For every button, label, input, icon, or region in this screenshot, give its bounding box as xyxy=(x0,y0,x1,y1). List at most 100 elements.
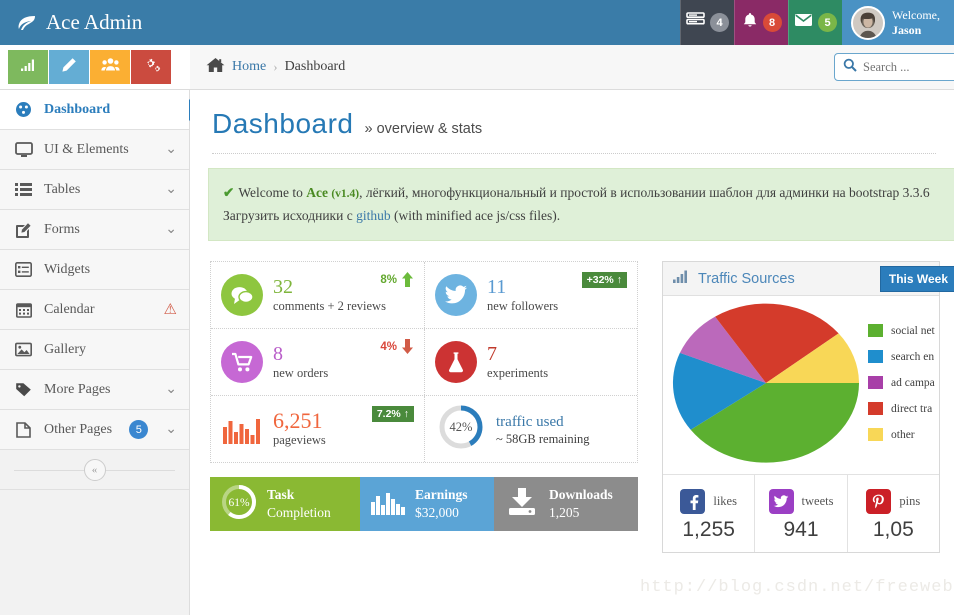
widget-text: Downloads 1,205 xyxy=(549,486,613,522)
main-content: Dashboard » overview & stats ✔ Welcome to… xyxy=(190,90,954,615)
notifications-menu-button[interactable]: 8 xyxy=(734,0,788,45)
sidebar-item-ui-elements[interactable]: UI & Elements ⌄ xyxy=(0,130,189,170)
legend-swatch xyxy=(868,428,883,441)
legend-swatch xyxy=(868,376,883,389)
twitter-icon xyxy=(768,489,794,514)
sidebar: Dashboard UI & Elements ⌄ Tables ⌄ Forms… xyxy=(0,90,190,615)
shortcut-chart-button[interactable] xyxy=(8,50,48,84)
arrow-up-icon: ↑ xyxy=(616,274,622,286)
leaf-icon xyxy=(16,12,38,34)
search-box[interactable] xyxy=(834,53,954,81)
widget-text: Earnings $32,000 xyxy=(415,486,468,522)
trend-value: 4% xyxy=(380,340,397,353)
social-stat-head: tweets xyxy=(768,489,834,514)
info-box-traffic-used[interactable]: 42% traffic used ~ 58GB remaining xyxy=(424,396,637,462)
search-icon xyxy=(843,58,857,77)
github-link[interactable]: github xyxy=(356,208,391,223)
edit-icon xyxy=(14,222,33,238)
info-box-trend: +32% ↑ xyxy=(581,272,627,288)
sidebar-item-label: Other Pages xyxy=(44,421,113,437)
info-box-orders[interactable]: 8 new orders 4% xyxy=(211,329,424,395)
avatar xyxy=(851,5,885,40)
legend-label: ad campa xyxy=(891,376,935,389)
legend-label: other xyxy=(891,428,915,441)
info-box-comments[interactable]: 32 comments + 2 reviews 8% xyxy=(211,262,424,328)
search-input[interactable] xyxy=(863,59,949,75)
user-greeting: Welcome, xyxy=(892,7,941,22)
envelope-icon xyxy=(794,13,813,32)
widget-downloads[interactable]: Downloads 1,205 xyxy=(494,477,638,531)
social-stat-pinterest[interactable]: pins 1,05 xyxy=(846,475,939,552)
info-box-description: comments + 2 reviews xyxy=(273,298,386,313)
welcome-alert: ✔ Welcome to Ace (v1.4), лёгкий, многофун… xyxy=(208,168,954,241)
social-stat-twitter[interactable]: tweets 941 xyxy=(754,475,846,552)
sidebar-item-label: Widgets xyxy=(44,261,91,277)
shortcut-users-button[interactable] xyxy=(90,50,130,84)
traffic-percent-label: 42% xyxy=(450,420,473,434)
breadcrumb-home-link[interactable]: Home xyxy=(232,59,266,75)
sidebar-item-widgets[interactable]: Widgets xyxy=(0,250,189,290)
left-column: 32 comments + 2 reviews 8% 11 new follow… xyxy=(210,261,638,553)
donut-icon: 61% xyxy=(220,483,258,526)
tasks-menu-button[interactable]: 4 xyxy=(680,0,734,45)
user-menu-button[interactable]: Welcome, Jason xyxy=(842,0,954,45)
navbar-spacer xyxy=(190,0,680,45)
top-navbar: Ace Admin 4 8 5 Welcome, Jason xyxy=(0,0,954,45)
sidebar-item-label: Tables xyxy=(44,181,81,197)
alert-line1-pre: Welcome to xyxy=(238,185,307,200)
info-box-experiments[interactable]: 7 experiments xyxy=(424,329,637,395)
arrow-down-icon xyxy=(402,339,413,354)
arrow-up-icon xyxy=(402,272,413,287)
pie-legend: social net search en ad campa direct tra… xyxy=(868,324,935,454)
chevron-down-icon: ⌄ xyxy=(165,142,177,157)
sidebar-item-more-pages[interactable]: More Pages ⌄ xyxy=(0,370,189,410)
chevron-down-icon: ⌄ xyxy=(165,382,177,397)
image-icon xyxy=(14,342,33,357)
calendar-icon xyxy=(14,302,33,318)
tasks-count-badge: 4 xyxy=(710,13,729,32)
traffic-sub: ~ 58GB remaining xyxy=(496,431,590,446)
widget-task-completion[interactable]: 61% Task Completion xyxy=(210,477,360,531)
comments-icon xyxy=(221,274,263,316)
breadcrumb-current: Dashboard xyxy=(284,59,346,74)
legend-item: search en xyxy=(868,350,935,363)
sidebar-item-forms[interactable]: Forms ⌄ xyxy=(0,210,189,250)
shortcut-settings-button[interactable] xyxy=(131,50,171,84)
messages-menu-button[interactable]: 5 xyxy=(788,0,842,45)
sidebar-item-label: More Pages xyxy=(44,381,111,397)
widget-label-1: Downloads xyxy=(549,487,613,502)
this-week-button[interactable]: This Week xyxy=(879,265,954,292)
chevron-down-icon: ⌄ xyxy=(165,182,177,197)
info-box-row: 6,251 pageviews 7.2% ↑ 42% traffic used … xyxy=(211,395,637,462)
sidebar-item-dashboard[interactable]: Dashboard xyxy=(0,90,189,130)
sidebar-item-calendar[interactable]: Calendar ⚠ xyxy=(0,290,189,330)
social-stat-label: tweets xyxy=(801,494,834,508)
task-percent-label: 61% xyxy=(228,497,250,509)
widget-earnings[interactable]: Earnings $32,000 xyxy=(360,477,494,531)
legend-item: direct tra xyxy=(868,402,935,415)
sidebar-item-label: Calendar xyxy=(44,301,95,317)
breadcrumb-bar: Home › Dashboard xyxy=(190,45,954,89)
shortcut-edit-button[interactable] xyxy=(49,50,89,84)
brand-logo[interactable]: Ace Admin xyxy=(0,0,190,45)
sidebar-item-other-pages[interactable]: Other Pages 5 ⌄ xyxy=(0,410,189,450)
shortcut-buttons xyxy=(0,45,190,89)
sidebar-item-label: Dashboard xyxy=(44,101,111,117)
sidebar-item-tables[interactable]: Tables ⌄ xyxy=(0,170,189,210)
signal-icon xyxy=(673,269,690,288)
stat-widgets: 61% Task Completion Earnings $32,000 Dow… xyxy=(210,477,638,531)
sidebar-item-gallery[interactable]: Gallery xyxy=(0,330,189,370)
sidebar-collapse-button[interactable]: « xyxy=(0,450,189,490)
collapse-icon: « xyxy=(83,458,106,481)
info-box-pageviews[interactable]: 6,251 pageviews 7.2% ↑ xyxy=(211,396,424,462)
panel-header: Traffic Sources This Week xyxy=(663,262,954,296)
pie-chart xyxy=(671,302,867,469)
info-box-body: 7 experiments xyxy=(487,343,627,382)
social-stat-facebook[interactable]: likes 1,255 xyxy=(663,475,754,552)
info-box-followers[interactable]: 11 new followers +32% ↑ xyxy=(424,262,637,328)
widget-label-2: Completion xyxy=(267,505,331,520)
list-icon xyxy=(14,182,33,197)
user-greeting-block: Welcome, Jason xyxy=(892,8,940,38)
dashboard-icon xyxy=(14,101,33,118)
legend-swatch xyxy=(868,350,883,363)
